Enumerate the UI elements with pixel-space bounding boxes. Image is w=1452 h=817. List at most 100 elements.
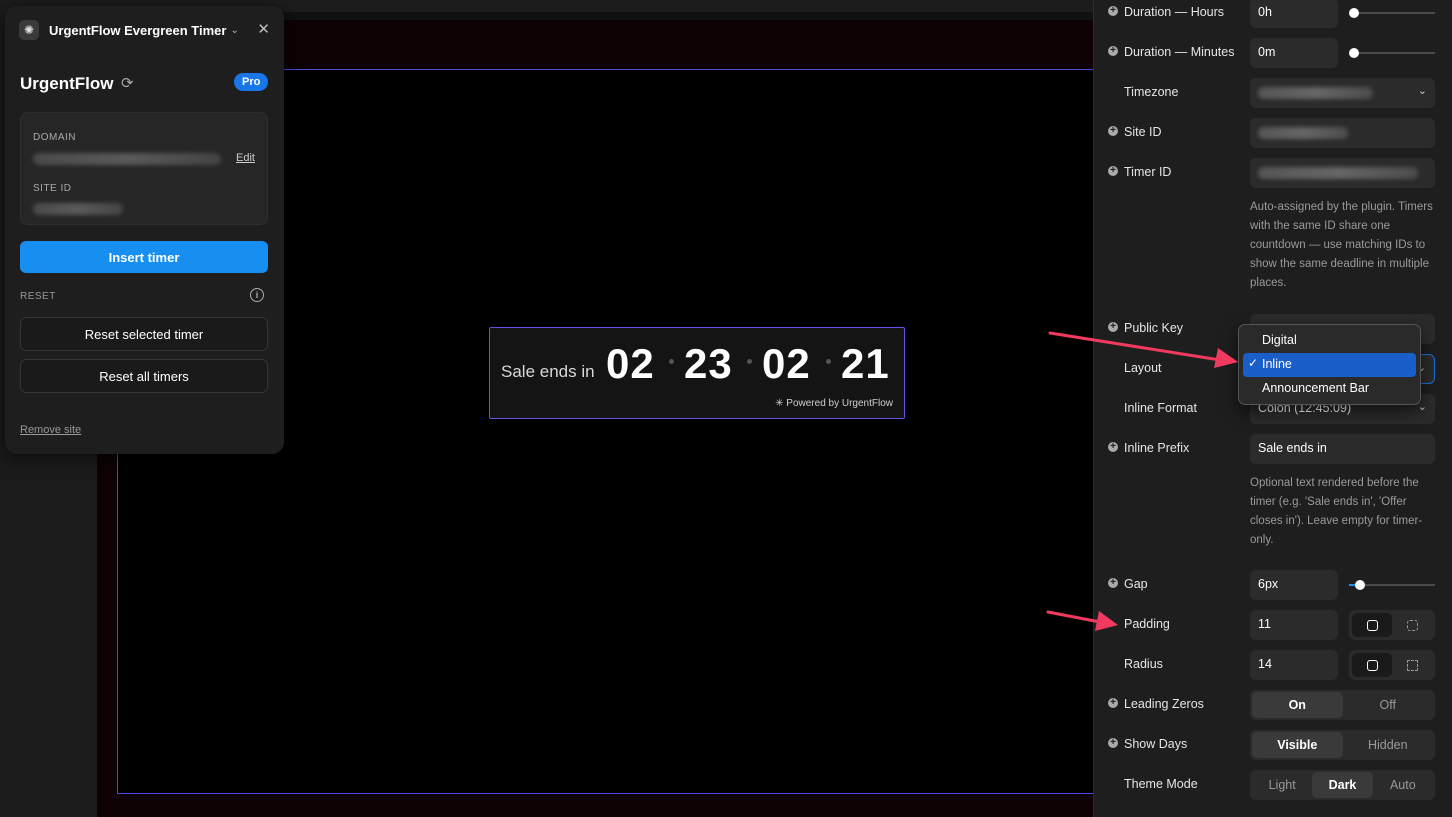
slider-knob[interactable] [1355,580,1365,590]
plus-icon[interactable]: + [1108,738,1118,748]
setting-timezone: Timezone ⌄ [1094,78,1452,108]
leading-zeros-off[interactable]: Off [1343,692,1434,718]
pro-badge: Pro [234,73,269,91]
panel-header: ✺ UrgentFlow Evergreen Timer ⌄ ✕ [19,20,270,40]
info-icon[interactable]: i [250,288,264,302]
plus-icon[interactable]: + [1108,126,1118,136]
setting-label: Padding [1124,617,1170,631]
show-days-hidden[interactable]: Hidden [1343,732,1434,758]
leading-zeros-toggle: On Off [1250,690,1435,720]
timezone-value-redacted [1258,86,1373,99]
plus-icon[interactable]: + [1108,166,1118,176]
timer-id-input[interactable] [1250,158,1435,188]
setting-label: Gap [1124,577,1148,591]
site-info-box: DOMAIN Edit SITE ID [20,112,268,225]
plus-icon[interactable]: + [1108,46,1118,56]
theme-dark[interactable]: Dark [1312,772,1373,798]
powered-by-label: Powered by UrgentFlow [786,398,893,409]
duration-minutes-slider[interactable] [1349,48,1435,58]
site-id-input[interactable] [1250,118,1435,148]
setting-duration-minutes: + Duration — Minutes 0m [1094,38,1452,68]
slider-knob[interactable] [1349,8,1359,18]
setting-label: Layout [1124,361,1162,375]
domain-value-redacted [33,153,221,165]
setting-label: Timezone [1124,85,1179,99]
reset-caption: RESET [20,291,56,302]
layout-option-inline[interactable]: ✓ Inline [1243,353,1416,377]
timer-id-redacted [1258,166,1418,179]
timezone-select[interactable]: ⌄ [1250,78,1435,108]
setting-site-id: + Site ID [1094,118,1452,148]
insert-timer-button[interactable]: Insert timer [20,241,268,273]
plugin-panel: ✺ UrgentFlow Evergreen Timer ⌄ ✕ UrgentF… [5,6,284,454]
layout-option-digital[interactable]: Digital [1243,329,1416,353]
slider-knob[interactable] [1349,48,1359,58]
inline-prefix-input[interactable]: Sale ends in [1250,434,1435,464]
refresh-icon[interactable]: ⟳ [121,74,134,92]
gap-input[interactable]: 6px [1250,570,1338,600]
site-id-value-redacted [33,203,123,215]
sparkle-icon: ✳ [775,398,787,409]
setting-theme-mode: Theme Mode Light Dark Auto [1094,770,1452,800]
edit-domain-link[interactable]: Edit [236,152,255,164]
radius-individual-button[interactable] [1392,653,1432,677]
uniform-corner-icon [1366,659,1378,671]
theme-auto[interactable]: Auto [1373,772,1433,798]
brand-name: UrgentFlow [20,74,114,93]
site-id-caption: SITE ID [33,183,72,194]
individual-corners-icon [1406,659,1418,671]
radius-uniform-button[interactable] [1352,653,1392,677]
setting-timer-id: + Timer ID [1094,158,1452,188]
padding-input[interactable]: 11 [1250,610,1338,640]
plus-icon[interactable]: + [1108,578,1118,588]
theme-mode-toggle: Light Dark Auto [1250,770,1435,800]
setting-radius: Radius 14 [1094,650,1452,680]
timer-separator [826,359,831,364]
powered-by[interactable]: ✳ Powered by UrgentFlow [775,398,893,409]
uniform-square-icon [1366,619,1378,631]
plus-icon[interactable]: + [1108,322,1118,332]
setting-label: Inline Format [1124,401,1197,415]
plus-icon[interactable]: + [1108,442,1118,452]
option-label: Inline [1262,357,1292,371]
show-days-visible[interactable]: Visible [1252,732,1343,758]
layout-option-announcement-bar[interactable]: Announcement Bar [1243,377,1416,401]
setting-label: Duration — Minutes [1124,45,1235,59]
duration-hours-slider[interactable] [1349,8,1435,18]
close-icon[interactable]: ✕ [257,20,270,38]
countdown-widget[interactable]: Sale ends in 02 23 02 21 ✳ Powered by Ur… [489,327,905,419]
padding-mode-toggle [1349,610,1435,640]
setting-label: Site ID [1124,125,1162,139]
duration-minutes-input[interactable]: 0m [1250,38,1338,68]
plus-icon[interactable]: + [1108,698,1118,708]
timer-separator [747,359,752,364]
timer-hours: 23 [684,340,733,387]
timer-seconds: 21 [841,340,890,387]
radius-mode-toggle [1349,650,1435,680]
settings-panel: + Duration — Hours 0h + Duration — Minut… [1093,0,1452,817]
timer-prefix: Sale ends in [501,362,595,381]
radius-input[interactable]: 14 [1250,650,1338,680]
timer-id-help: Auto-assigned by the plugin. Timers with… [1250,201,1433,289]
setting-label: Radius [1124,657,1163,671]
site-id-redacted [1258,126,1348,139]
duration-hours-input[interactable]: 0h [1250,0,1338,28]
gap-slider[interactable] [1349,580,1435,590]
remove-site-link[interactable]: Remove site [20,424,81,436]
setting-gap: + Gap 6px [1094,570,1452,600]
timer-days: 02 [606,340,655,387]
leading-zeros-on[interactable]: On [1252,692,1343,718]
reset-all-timers-button[interactable]: Reset all timers [20,359,268,393]
padding-uniform-button[interactable] [1352,613,1392,637]
chevron-down-icon[interactable]: ⌄ [230,25,238,36]
panel-title[interactable]: UrgentFlow Evergreen Timer [49,23,226,38]
reset-selected-timer-button[interactable]: Reset selected timer [20,317,268,351]
plus-icon[interactable]: + [1108,6,1118,16]
setting-label: Theme Mode [1124,777,1198,791]
setting-label: Timer ID [1124,165,1172,179]
padding-individual-button[interactable] [1392,613,1432,637]
setting-padding: Padding 11 [1094,610,1452,640]
setting-label: Public Key [1124,321,1184,335]
checkmark-icon: ✓ [1248,356,1259,370]
theme-light[interactable]: Light [1252,772,1312,798]
